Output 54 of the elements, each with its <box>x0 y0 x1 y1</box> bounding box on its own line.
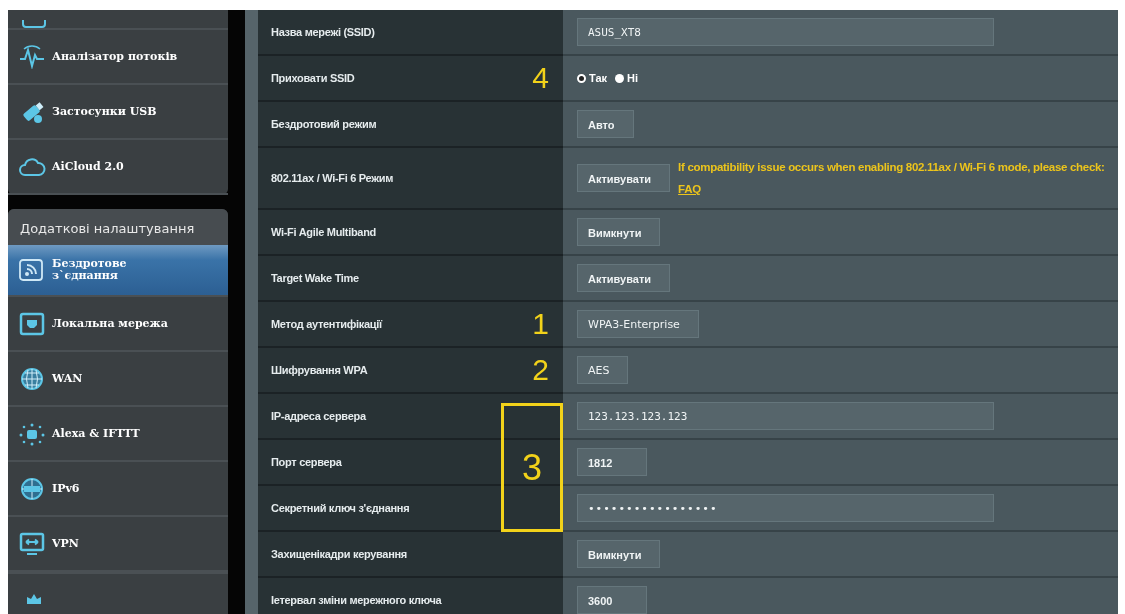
compatibility-note: If compatibility issue occurs when enabling 802.11ax / Wi-Fi 6 mode, please check: FAQ <box>678 160 1106 197</box>
setting-label: Захищенікадри керування <box>271 548 407 560</box>
sidebar-item[interactable]: Alexa & IFTTT <box>8 407 228 462</box>
setting-label: Шифрування WPA <box>271 364 368 376</box>
radio-option[interactable]: Ні <box>615 72 639 84</box>
waveform-icon <box>18 44 46 69</box>
setting-label: Приховати SSID <box>271 72 355 84</box>
dropdown[interactable]: Активувати <box>577 264 671 292</box>
text-field[interactable]: 123.123.123.123 <box>577 402 994 430</box>
radio-label: Ні <box>627 72 639 84</box>
sidebar-item[interactable]: Застосунки USB <box>8 85 228 140</box>
sidebar-item[interactable]: WAN <box>8 352 228 407</box>
setting-label: Порт сервера <box>271 456 342 468</box>
annotation-number: 3 <box>522 449 542 486</box>
setting-label: Target Wake Time <box>271 272 359 284</box>
network-dots-icon <box>18 421 46 446</box>
setting-label: Секретний ключ з'єднання <box>271 502 410 514</box>
dropdown[interactable]: WPA3-Enterprise <box>577 310 699 338</box>
dropdown[interactable]: Активувати <box>577 164 671 192</box>
section-header: Додаткові налаштування <box>8 209 228 245</box>
globe-icon <box>18 366 46 391</box>
dropdown[interactable]: Вимкнути <box>577 540 661 568</box>
sidebar-item[interactable]: IPv6 <box>8 462 228 517</box>
monitor-icon <box>18 311 46 336</box>
setting-label: Іетервал зміни мережного ключа <box>271 594 442 606</box>
dropdown[interactable]: Авто <box>577 110 634 138</box>
annotation-number: 2 <box>532 355 549 385</box>
setting-label: Wi-Fi Agile Multiband <box>271 226 376 238</box>
radio-icon[interactable] <box>615 73 625 83</box>
password-field[interactable]: ••••••••••••••••• <box>577 494 994 522</box>
setting-label: Назва мережі (SSID) <box>271 26 375 38</box>
globe-icon <box>18 476 46 501</box>
sidebar-item[interactable]: AiCloud 2.0 <box>8 140 228 195</box>
sidebar-item[interactable]: VPN <box>8 517 228 572</box>
sidebar-item[interactable]: Локальна мережа <box>8 297 228 352</box>
setting-label: 802.11ax / Wi-Fi 6 Режим <box>271 172 393 184</box>
sidebar-item[interactable]: Аналізатор потоків <box>8 30 228 85</box>
setting-label: Бездротовий режим <box>271 118 377 130</box>
annotation-number: 4 <box>532 63 549 93</box>
text-field[interactable]: ASUS_XT8 <box>577 18 994 46</box>
wifi-icon <box>18 258 46 282</box>
radio-option[interactable]: Так <box>577 72 608 84</box>
faq-link[interactable]: FAQ <box>678 183 701 195</box>
annotation-number: 1 <box>532 309 549 339</box>
setting-label: IP-адреса сервера <box>271 410 366 422</box>
setting-label: Метод аутентифікації <box>271 318 382 330</box>
number-field[interactable]: 1812 <box>577 448 647 476</box>
dropdown[interactable]: Вимкнути <box>577 218 661 246</box>
monitor-arrows-icon <box>18 531 46 556</box>
radio-label: Так <box>589 72 608 84</box>
dropdown[interactable]: AES <box>577 356 629 384</box>
number-field[interactable]: 3600 <box>577 586 647 614</box>
sidebar-item[interactable]: Бездротове з`єднання <box>8 245 228 297</box>
radio-icon[interactable] <box>577 73 586 83</box>
